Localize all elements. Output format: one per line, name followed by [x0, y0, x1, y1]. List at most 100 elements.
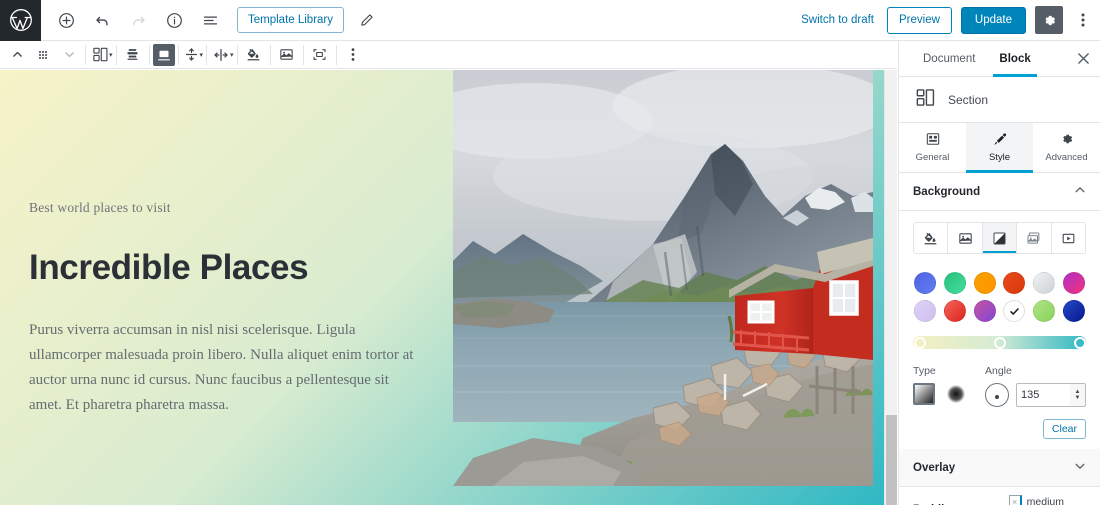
swatch-deep-blue[interactable] [1063, 300, 1086, 322]
template-library-button[interactable]: Template Library [237, 7, 345, 33]
more-options-button[interactable] [1072, 5, 1094, 35]
vertical-align-button[interactable] [182, 41, 202, 68]
image-type-button[interactable] [948, 223, 983, 253]
paintbrush-icon [993, 132, 1007, 149]
swatch-red-orange[interactable] [1003, 272, 1026, 294]
background-image-button[interactable] [274, 41, 300, 68]
gradient-stop-start[interactable] [913, 336, 926, 349]
fullwidth-button[interactable] [307, 41, 333, 68]
video-type-button[interactable] [1051, 223, 1085, 253]
gear-icon [1060, 132, 1074, 149]
body-paragraph[interactable]: Purus viverra accumsan in nisl nisi scel… [29, 318, 425, 418]
canvas-scrollbar-thumb[interactable] [886, 415, 897, 505]
toolbar-divider [236, 44, 238, 65]
settings-gear-icon[interactable] [1035, 6, 1063, 34]
overlay-panel-header[interactable]: Overlay [899, 449, 1100, 487]
horizontal-align-group: ▾ [210, 41, 234, 68]
background-panel-header[interactable]: Background [899, 173, 1100, 211]
swatch-blue-violet[interactable] [913, 272, 936, 294]
move-down-button[interactable] [56, 41, 82, 68]
toolbar-divider [177, 44, 179, 65]
chevron-up-icon[interactable] [1074, 184, 1086, 199]
padding-values: × medium × medium [1008, 495, 1064, 505]
gradient-type-control: Type [913, 365, 965, 407]
background-color-button[interactable] [241, 41, 267, 68]
swatch-light-grey[interactable] [1033, 272, 1056, 294]
block-toolbar: ▾ ▾ ▾ [0, 41, 897, 69]
wordpress-logo-icon[interactable] [0, 0, 41, 41]
swatch-magenta-pink[interactable] [1063, 272, 1086, 294]
type-label: Type [913, 365, 936, 377]
subtab-advanced[interactable]: Advanced [1033, 123, 1100, 172]
swatch-purple-pink[interactable] [973, 300, 996, 322]
page-title[interactable]: Incredible Places [29, 248, 425, 288]
tab-block[interactable]: Block [987, 41, 1042, 77]
gradient-controls: Type Angle ▲ ▼ [913, 365, 1086, 407]
section-text-column[interactable]: Best world places to visit Incredible Pl… [0, 70, 453, 505]
swatch-red[interactable] [943, 300, 966, 322]
add-block-button[interactable] [49, 3, 83, 37]
slideshow-type-button[interactable] [1017, 223, 1052, 253]
section-block-icon[interactable] [89, 41, 111, 68]
swatch-light-green[interactable] [1033, 300, 1056, 322]
swatch-lavender[interactable] [913, 300, 936, 322]
preview-button[interactable]: Preview [887, 6, 952, 34]
subtab-style[interactable]: Style [966, 123, 1033, 173]
toolbar-divider [148, 44, 150, 65]
undo-button[interactable] [85, 3, 119, 37]
canvas-scrollbar[interactable] [884, 70, 897, 505]
spinner-down-icon[interactable]: ▼ [1075, 395, 1081, 401]
header-left-tools: Template Library [41, 0, 384, 41]
tab-document[interactable]: Document [911, 41, 987, 76]
gradient-presets [913, 272, 1086, 322]
block-more-button[interactable] [340, 41, 366, 68]
editor-canvas[interactable]: Best world places to visit Incredible Pl… [0, 70, 884, 505]
section-image[interactable] [453, 70, 873, 486]
toolbar-divider [206, 44, 208, 65]
swatch-selected-custom[interactable] [1003, 300, 1026, 322]
editor-header: Template Library Switch to draft Preview… [0, 0, 1100, 41]
block-type-group: ▾ [89, 41, 113, 68]
angle-dial[interactable] [985, 383, 1009, 407]
gradient-type-radial-option[interactable] [947, 385, 965, 403]
swatch-orange[interactable] [973, 272, 996, 294]
gradient-stop-end[interactable] [1073, 336, 1086, 349]
subtab-general[interactable]: General [899, 123, 966, 172]
gradient-type-linear-option[interactable] [913, 383, 935, 405]
move-up-button[interactable] [4, 41, 30, 68]
header-right-tools: Switch to draft Preview Update [797, 0, 1100, 41]
switch-to-draft-button[interactable]: Switch to draft [797, 14, 878, 26]
clear-gradient-button[interactable]: Clear [1042, 419, 1086, 439]
chevron-down-icon[interactable] [1074, 501, 1086, 505]
chevron-down-icon[interactable] [1074, 460, 1086, 475]
style-subtabs: General Style Advanced [899, 123, 1100, 173]
close-icon[interactable] [1066, 41, 1100, 76]
subtab-general-label: General [915, 152, 950, 163]
angle-spinner[interactable]: ▲ ▼ [1070, 383, 1086, 407]
eyebrow-text[interactable]: Best world places to visit [29, 200, 425, 216]
general-settings-icon [926, 132, 940, 149]
gradient-type-button[interactable] [982, 223, 1018, 253]
redo-button[interactable] [121, 3, 155, 37]
gradient-slider[interactable] [913, 336, 1086, 349]
block-navigation-button[interactable] [193, 3, 227, 37]
pencil-icon[interactable] [350, 3, 384, 37]
subtab-style-label: Style [988, 152, 1011, 163]
padding-panel-header[interactable]: Padding × medium × medium [899, 487, 1100, 505]
stack-layout-button[interactable] [120, 41, 146, 68]
toolbar-divider [335, 44, 337, 65]
color-fill-type-button[interactable] [914, 223, 949, 253]
horizontal-align-button[interactable] [210, 41, 232, 68]
padding-vertical-label: medium [1026, 495, 1064, 505]
sidebar-tabs: Document Block [899, 41, 1100, 77]
gradient-stop-middle[interactable] [993, 336, 1006, 349]
padding-vertical-value: × medium [1008, 495, 1064, 505]
container-width-button[interactable] [152, 43, 175, 66]
drag-handle[interactable] [30, 41, 56, 68]
update-button[interactable]: Update [960, 6, 1026, 34]
content-info-button[interactable] [157, 3, 191, 37]
padding-vertical-icon: × [1008, 495, 1022, 505]
angle-input[interactable] [1016, 383, 1071, 407]
swatch-green-mint[interactable] [943, 272, 966, 294]
angle-label: Angle [985, 365, 1012, 377]
